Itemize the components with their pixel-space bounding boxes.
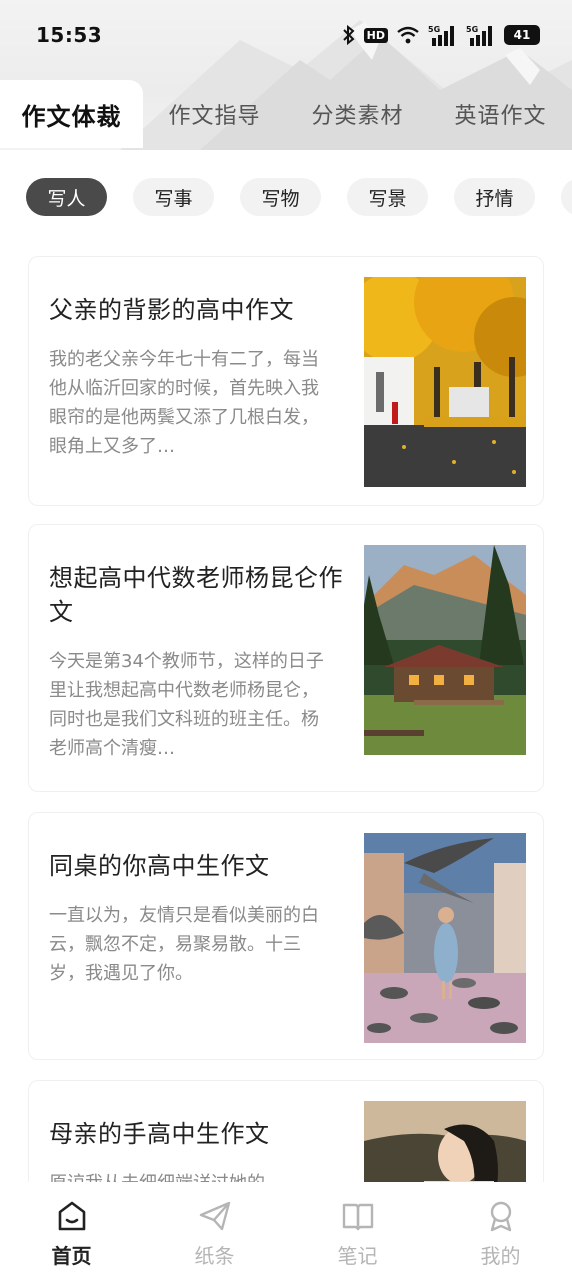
svg-text:5G: 5G <box>428 25 440 34</box>
nav-notebook-label: 笔记 <box>337 1244 378 1268</box>
5g-signal-icon: 5G <box>428 24 458 46</box>
5g-signal-icon: 5G <box>466 24 496 46</box>
article-title: 父亲的背影的高中作文 <box>49 296 294 324</box>
category-chips: 写人 写事 写物 写景 抒情 <box>0 178 572 218</box>
hd-icon: HD <box>363 27 388 43</box>
status-time: 15:53 <box>36 23 103 47</box>
tab-category-materials[interactable]: 分类素材 <box>286 80 429 148</box>
chip-write-objects[interactable]: 写物 <box>240 178 321 216</box>
woman-portrait-photo <box>364 1101 526 1182</box>
article-title: 母亲的手高中生作文 <box>49 1120 270 1148</box>
article-thumbnail <box>364 545 526 755</box>
bottom-navigation: 首页 纸条 笔记 我的 <box>0 1182 572 1279</box>
article-card[interactable]: 父亲的背影的高中作文 我的老父亲今年七十有二了，每当他从临沂回家的时候，首先映入… <box>28 256 544 506</box>
profile-icon <box>490 1201 511 1232</box>
article-excerpt: 原谅我从未细细端详过她的 <box>49 1169 331 1182</box>
article-excerpt: 今天是第34个教师节，这样的日子里让我想起高中代数老师杨昆仑，同时也是我们文科班… <box>49 651 324 759</box>
bluetooth-icon <box>342 25 356 45</box>
article-thumbnail <box>364 833 526 1043</box>
article-list: 父亲的背影的高中作文 我的老父亲今年七十有二了，每当他从临沂回家的时候，首先映入… <box>28 256 544 1182</box>
battery-icon: 41 <box>504 25 540 45</box>
pigeons-girl-photo <box>364 833 526 1043</box>
article-title: 想起高中代数老师杨昆仑作文 <box>49 564 343 626</box>
autumn-street-photo <box>364 277 526 487</box>
nav-notes-paper[interactable]: 纸条 <box>143 1182 286 1279</box>
nav-home-label: 首页 <box>51 1244 92 1268</box>
chip-write-events[interactable]: 写事 <box>133 178 214 216</box>
nav-notebook[interactable]: 笔记 <box>286 1182 429 1279</box>
article-thumbnail <box>364 277 526 487</box>
status-icons: HD 5G 5G 41 <box>342 24 540 46</box>
status-bar: 15:53 HD 5G 5G 41 <box>0 0 572 70</box>
nav-home[interactable]: 首页 <box>0 1182 143 1279</box>
chip-more[interactable] <box>561 178 572 216</box>
chip-lyrical[interactable]: 抒情 <box>454 178 535 216</box>
article-thumbnail <box>364 1101 526 1182</box>
chip-write-people[interactable]: 写人 <box>26 178 107 216</box>
article-card[interactable]: 母亲的手高中生作文 原谅我从未细细端详过她的 <box>28 1080 544 1182</box>
tab-english-essay[interactable]: 英语作文 <box>429 80 572 148</box>
top-tab-bar: 作文体裁 作文指导 分类素材 英语作文 <box>0 80 572 148</box>
article-excerpt: 一直以为，友情只是看似美丽的白云，飘忽不定，易聚易散。十三岁，我遇见了你。 <box>49 905 319 984</box>
tab-essay-genre[interactable]: 作文体裁 <box>0 80 143 148</box>
article-excerpt: 我的老父亲今年七十有二了，每当他从临沂回家的时候，首先映入我眼帘的是他两鬓又添了… <box>49 349 319 457</box>
svg-text:5G: 5G <box>466 25 478 34</box>
article-card[interactable]: 同桌的你高中生作文 一直以为，友情只是看似美丽的白云，飘忽不定，易聚易散。十三岁… <box>28 812 544 1060</box>
mountain-cabin-photo <box>364 545 526 755</box>
book-icon <box>342 1203 373 1231</box>
home-icon <box>58 1201 85 1231</box>
nav-notes-paper-label: 纸条 <box>194 1244 235 1268</box>
article-card[interactable]: 想起高中代数老师杨昆仑作文 今天是第34个教师节，这样的日子里让我想起高中代数老… <box>28 524 544 792</box>
tab-essay-guidance[interactable]: 作文指导 <box>143 80 286 148</box>
chip-write-scenery[interactable]: 写景 <box>347 178 428 216</box>
nav-profile-label: 我的 <box>480 1244 521 1268</box>
paper-plane-icon <box>199 1201 230 1231</box>
article-title: 同桌的你高中生作文 <box>49 852 270 880</box>
nav-profile[interactable]: 我的 <box>429 1182 572 1279</box>
wifi-icon <box>396 25 420 45</box>
